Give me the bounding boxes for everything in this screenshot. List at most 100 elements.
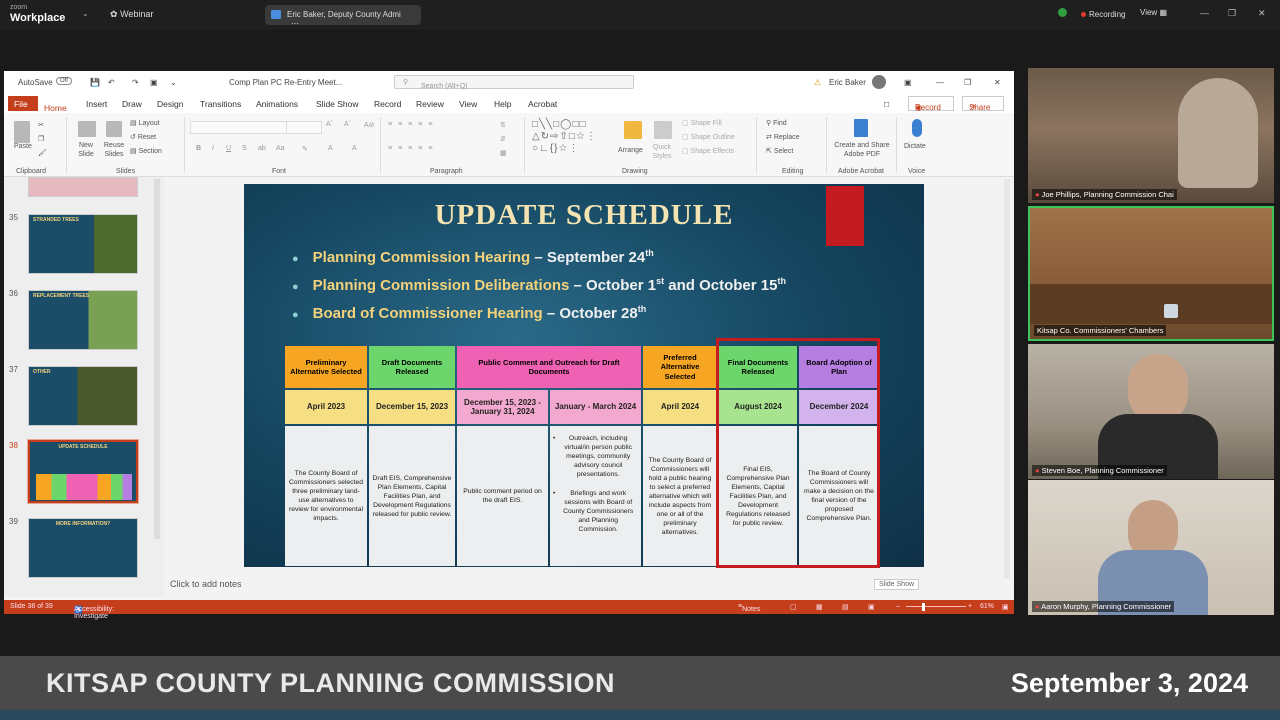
- strikethrough-icon[interactable]: S: [242, 145, 247, 152]
- create-pdf-icon[interactable]: [854, 119, 868, 137]
- save-icon[interactable]: 💾: [90, 78, 100, 87]
- minimize-icon[interactable]: —: [1200, 8, 1209, 18]
- zoom-out-icon[interactable]: –: [896, 603, 900, 610]
- zoom-level[interactable]: 61%: [980, 603, 994, 610]
- smartart-icon[interactable]: ▦: [500, 149, 507, 157]
- document-title[interactable]: Comp Plan PC Re-Entry Meet...: [229, 78, 342, 87]
- zoom-slider[interactable]: [906, 606, 966, 607]
- tab-insert[interactable]: Insert: [86, 99, 107, 109]
- replace-button[interactable]: ⇄ Replace: [766, 133, 800, 141]
- tab-file[interactable]: File: [8, 96, 38, 111]
- tab-design[interactable]: Design: [157, 99, 183, 109]
- chevron-down-icon[interactable]: ⌄: [82, 9, 89, 18]
- text-color-icon[interactable]: A: [352, 145, 357, 152]
- paste-icon[interactable]: [14, 121, 30, 143]
- highlight-icon[interactable]: ✎: [302, 145, 308, 153]
- slide-scrollbar[interactable]: [1004, 179, 1010, 579]
- video-tile[interactable]: ● Steven Boe, Planning Commissioner: [1028, 344, 1274, 479]
- slide-thumbnail-35[interactable]: STRANDED TREES: [28, 214, 138, 274]
- reset-button[interactable]: ↺ Reset: [130, 133, 156, 141]
- screen-share-indicator[interactable]: Eric Baker, Deputy County Admi ⋯: [265, 5, 421, 28]
- tab-transitions[interactable]: Transitions: [200, 99, 241, 109]
- close-icon[interactable]: ✕: [1258, 8, 1266, 19]
- reading-view-icon[interactable]: ▤: [842, 603, 849, 611]
- record-button[interactable]: ◉ Record: [908, 96, 954, 112]
- avatar[interactable]: [872, 75, 886, 89]
- redo-icon[interactable]: ↷: [132, 78, 139, 87]
- tab-draw[interactable]: Draw: [122, 99, 142, 109]
- share-button[interactable]: ↗ Share: [962, 96, 1004, 112]
- tab-help[interactable]: Help: [494, 99, 511, 109]
- autosave-toggle[interactable]: Off: [56, 77, 72, 85]
- shapes-gallery[interactable]: □╲╲□◯□□ △↻⇨⇧□☆⋮ ○∟{}☆⋮: [532, 119, 597, 155]
- slide-canvas[interactable]: UPDATE SCHEDULE ● Planning Commission Hea…: [244, 184, 924, 568]
- fit-slide-icon[interactable]: ▣: [1002, 603, 1009, 611]
- shrink-font-icon[interactable]: Aˇ: [344, 121, 351, 128]
- grow-font-icon[interactable]: Aˆ: [326, 121, 333, 128]
- char-spacing-icon[interactable]: ab: [258, 145, 266, 152]
- arrange-icon[interactable]: [624, 121, 642, 139]
- bold-icon[interactable]: B: [196, 145, 201, 152]
- zoom-in-icon[interactable]: +: [968, 603, 972, 610]
- case-icon[interactable]: Aa: [276, 145, 285, 152]
- normal-view-icon[interactable]: ▢: [790, 603, 797, 611]
- recording-indicator[interactable]: Recording: [1058, 8, 1125, 19]
- microphone-icon[interactable]: [912, 119, 922, 137]
- search-input[interactable]: ⚲ Search (Alt+Q): [394, 75, 634, 90]
- restore-icon[interactable]: ❐: [1228, 8, 1236, 19]
- new-slide-icon[interactable]: [78, 121, 96, 137]
- user-name[interactable]: Eric Baker: [829, 78, 866, 87]
- text-direction-icon[interactable]: ⇅: [500, 121, 506, 129]
- notes-button[interactable]: ≡ Notes: [738, 603, 760, 613]
- tab-view[interactable]: View: [459, 99, 477, 109]
- clear-format-icon[interactable]: A⊘: [364, 121, 375, 129]
- tab-acrobat[interactable]: Acrobat: [528, 99, 557, 109]
- video-tile[interactable]: ● Aaron Murphy, Planning Commissioner: [1028, 480, 1274, 615]
- copy-icon[interactable]: ❐: [38, 135, 44, 143]
- view-button[interactable]: View ▦: [1140, 8, 1167, 17]
- select-button[interactable]: ⇱ Select: [766, 147, 793, 155]
- shape-effects-button[interactable]: ▢ Shape Effects: [682, 147, 734, 155]
- align-icons[interactable]: ≡≡≡≡≡: [388, 145, 438, 152]
- customize-qat-icon[interactable]: ⌄: [170, 78, 177, 87]
- quick-styles-icon[interactable]: [654, 121, 672, 139]
- slide-thumbnail-36[interactable]: REPLACEMENT TREES: [28, 290, 138, 350]
- italic-icon[interactable]: I: [212, 145, 214, 152]
- slideshow-icon[interactable]: ▣: [868, 603, 875, 611]
- undo-icon[interactable]: ↶: [108, 78, 115, 87]
- slide-thumbnail-37[interactable]: OTHER: [28, 366, 138, 426]
- quick-styles-label[interactable]: Quick Styles: [650, 143, 674, 161]
- tab-slide-show[interactable]: Slide Show: [316, 99, 359, 109]
- restore-icon[interactable]: ❐: [964, 78, 971, 87]
- slide-thumbnail-39[interactable]: MORE INFORMATION?: [28, 518, 138, 578]
- more-icon[interactable]: ⋯: [291, 19, 299, 28]
- font-size-select[interactable]: [286, 121, 322, 134]
- reuse-slides-icon[interactable]: [106, 121, 122, 137]
- shape-outline-button[interactable]: ▢ Shape Outline: [682, 133, 735, 141]
- cut-icon[interactable]: ✂: [38, 121, 44, 129]
- slide-sorter-icon[interactable]: ▦: [816, 603, 823, 611]
- create-pdf-label[interactable]: Create and Share Adobe PDF: [830, 141, 894, 159]
- thumbnail-scrollbar[interactable]: [154, 179, 160, 539]
- paste-label[interactable]: Paste: [14, 143, 32, 150]
- tab-review[interactable]: Review: [416, 99, 444, 109]
- tab-animations[interactable]: Animations: [256, 99, 298, 109]
- underline-icon[interactable]: U: [226, 145, 231, 152]
- zoom-slider-thumb[interactable]: [922, 603, 925, 611]
- list-icons[interactable]: ≡≡≡≡≡: [388, 121, 438, 128]
- tab-record[interactable]: Record: [374, 99, 401, 109]
- present-icon[interactable]: ▣: [150, 78, 158, 87]
- reuse-slides-label[interactable]: Reuse Slides: [101, 141, 127, 159]
- video-tile[interactable]: ● Joe Phillips, Planning Commission Chai: [1028, 68, 1274, 203]
- slide-thumbnail-38[interactable]: UPDATE SCHEDULE: [27, 439, 139, 504]
- video-tile-active[interactable]: Kitsap Co. Commissioners' Chambers: [1028, 206, 1274, 341]
- slide-thumbnail-34[interactable]: [28, 177, 138, 197]
- shape-fill-button[interactable]: ▢ Shape Fill: [682, 119, 722, 127]
- arrange-label[interactable]: Arrange: [618, 147, 643, 154]
- format-painter-icon[interactable]: 🖌: [38, 149, 47, 157]
- notes-placeholder[interactable]: Click to add notes: [170, 579, 242, 589]
- section-button[interactable]: ▤ Section: [130, 147, 162, 155]
- comments-icon[interactable]: □: [884, 99, 889, 109]
- ribbon-display-icon[interactable]: ▣: [904, 78, 912, 87]
- find-button[interactable]: ⚲ Find: [766, 119, 787, 127]
